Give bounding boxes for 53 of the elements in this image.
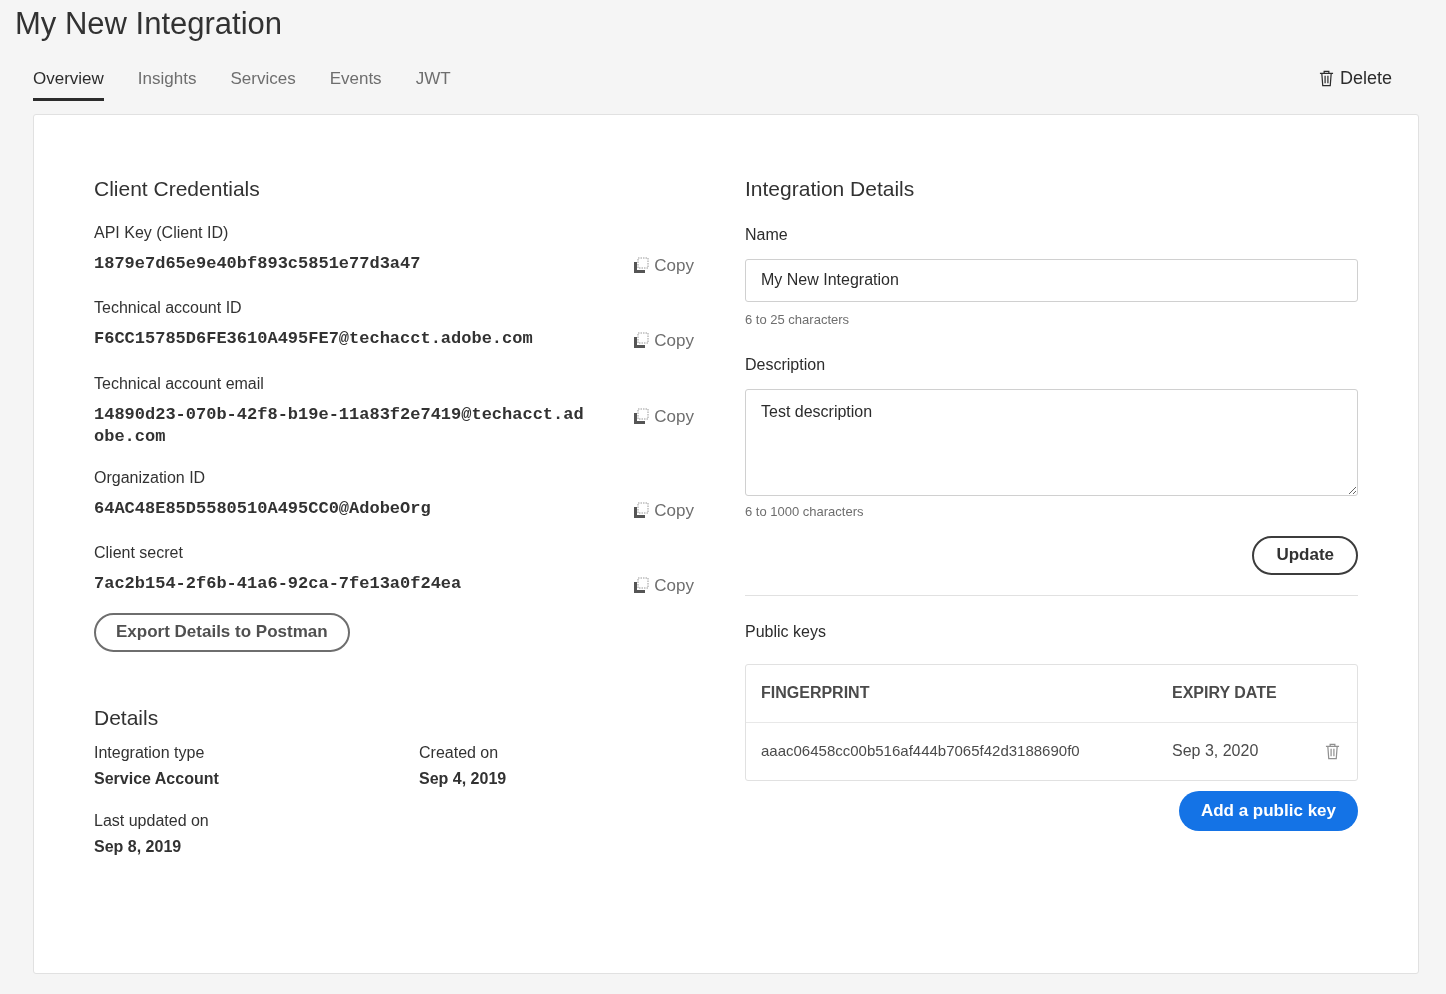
- copy-button[interactable]: Copy: [633, 328, 694, 354]
- delete-button[interactable]: Delete: [1318, 65, 1392, 102]
- field-label: Name: [745, 224, 789, 245]
- table-cell-text: aaac06458cc00b516af444b7065f42d3188690f0: [761, 740, 1081, 761]
- detail-value: Service Account: [94, 769, 220, 789]
- tab[interactable]: Insights: [137, 65, 197, 102]
- section-label: Public keys: [745, 621, 827, 642]
- copy-button[interactable]: Copy: [633, 252, 694, 278]
- field-label: Technical account email: [94, 373, 265, 394]
- page-title: My New Integration: [14, 5, 284, 39]
- tab[interactable]: Overview: [33, 65, 104, 102]
- field-value: 14890d23-070b-42f8-b19e-11a83f2e7419@techacct.adobe.com: [94, 403, 585, 448]
- export-button[interactable]: Export Details to Postman: [94, 612, 350, 652]
- copy-icon: [633, 577, 651, 595]
- detail-value: Sep 4, 2019: [419, 769, 508, 789]
- detail-label: Created on: [419, 743, 500, 763]
- table-cell-text: Sep 3, 2020: [1172, 741, 1260, 761]
- section-heading: Client Credentials: [94, 176, 261, 202]
- section-heading: Integration Details: [745, 176, 916, 202]
- trash-icon: [1325, 742, 1340, 760]
- tab[interactable]: Events: [329, 65, 382, 102]
- name-input[interactable]: My New Integration: [745, 258, 1358, 302]
- copy-button[interactable]: Copy: [633, 497, 694, 523]
- hint-text: 6 to 25 characters: [745, 310, 851, 329]
- copy-icon: [633, 501, 651, 519]
- field-label: Technical account ID: [94, 298, 243, 318]
- field-label: Client secret: [94, 543, 184, 563]
- tab[interactable]: Services: [230, 65, 296, 102]
- description-input[interactable]: Test description: [745, 389, 1358, 496]
- column-header: EXPIRY DATE: [1172, 683, 1277, 703]
- detail-label: Integration type: [94, 743, 206, 763]
- copy-button[interactable]: Copy: [633, 573, 694, 599]
- tab[interactable]: JWT: [415, 65, 451, 102]
- copy-icon: [633, 256, 651, 274]
- hint-text: 6 to 1000 characters: [745, 503, 865, 521]
- copy-icon: [633, 407, 651, 425]
- detail-value: Sep 8, 2019: [94, 837, 183, 857]
- field-label: API Key (Client ID): [94, 222, 230, 243]
- field-label: Description: [745, 355, 827, 375]
- field-value: F6CC15785D6FE3610A495FE7@techacct.adobe.com: [94, 328, 534, 350]
- add-key-button[interactable]: Add a public key: [1178, 790, 1358, 831]
- update-button[interactable]: Update: [1252, 535, 1358, 575]
- column-header: FINGERPRINT: [761, 683, 871, 703]
- delete-key-button[interactable]: [1325, 742, 1340, 760]
- trash-icon: [1318, 70, 1334, 87]
- field-value: 64AC48E85D5580510A495CC0@AdobeOrg: [94, 497, 432, 520]
- field-value: 1879e7d65e9e40bf893c5851e77d3a47: [94, 252, 422, 275]
- field-value: 7ac2b154-2f6b-41a6-92ca-7fe13a0f24ea: [94, 573, 463, 595]
- copy-icon: [633, 332, 651, 350]
- copy-button[interactable]: Copy: [633, 403, 694, 429]
- detail-label: Last updated on: [94, 811, 210, 831]
- section-heading: Details: [94, 704, 160, 731]
- field-label: Organization ID: [94, 467, 207, 488]
